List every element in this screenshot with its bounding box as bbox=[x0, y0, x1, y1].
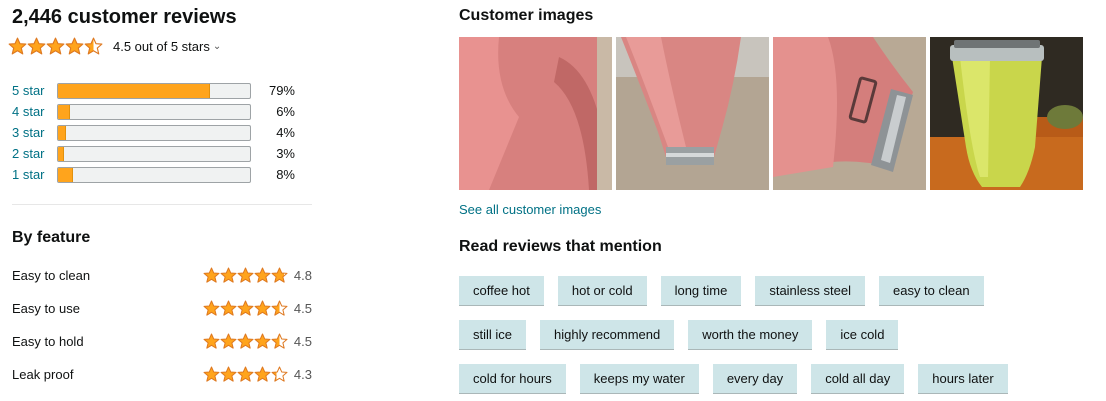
histogram-row[interactable]: 5 star 79% bbox=[12, 80, 312, 101]
mention-chip[interactable]: keeps my water bbox=[579, 364, 699, 394]
mentions-row-1: coffee hot hot or cold long time stainle… bbox=[459, 276, 984, 306]
histogram-row[interactable]: 1 star 8% bbox=[12, 164, 312, 185]
histogram-percent[interactable]: 79% bbox=[265, 83, 295, 98]
histogram-bar-fill bbox=[58, 167, 74, 182]
total-reviews-heading: 2,446 customer reviews bbox=[12, 6, 237, 28]
histogram-bar[interactable] bbox=[57, 82, 251, 99]
customer-image-3[interactable] bbox=[773, 37, 926, 190]
mention-chip[interactable]: worth the money bbox=[688, 320, 813, 350]
rating-summary[interactable]: 4.5 out of 5 stars ⌄ bbox=[8, 37, 221, 56]
star-icon bbox=[237, 366, 254, 382]
mention-chip[interactable]: stainless steel bbox=[755, 276, 865, 306]
mention-chip[interactable]: cold all day bbox=[811, 364, 905, 394]
mention-chip[interactable]: cold for hours bbox=[459, 364, 566, 394]
star-icon bbox=[203, 267, 220, 283]
histogram-bar[interactable] bbox=[57, 124, 251, 141]
feature-name: Easy to use bbox=[12, 300, 80, 316]
histogram-bar[interactable] bbox=[57, 166, 251, 183]
customer-image-4[interactable] bbox=[930, 37, 1083, 190]
chevron-down-icon[interactable]: ⌄ bbox=[213, 41, 221, 52]
customer-images-heading: Customer images bbox=[459, 7, 594, 24]
histogram-bar-fill bbox=[58, 104, 70, 119]
rating-out-of-text: 4.5 out of 5 stars bbox=[113, 39, 210, 54]
feature-stars bbox=[203, 366, 288, 383]
histogram-row[interactable]: 3 star 4% bbox=[12, 122, 312, 143]
star-icon bbox=[203, 300, 220, 316]
histogram-percent[interactable]: 6% bbox=[265, 104, 295, 119]
histogram-star-label[interactable]: 4 star bbox=[12, 104, 57, 119]
star-icon bbox=[254, 366, 271, 382]
mentions-row-3: cold for hours keeps my water every day … bbox=[459, 364, 1008, 394]
star-icon bbox=[271, 333, 288, 349]
mention-chip[interactable]: hours later bbox=[918, 364, 1008, 394]
histogram-star-label[interactable]: 1 star bbox=[12, 167, 57, 182]
star-icon bbox=[271, 300, 288, 316]
mention-chip[interactable]: long time bbox=[660, 276, 742, 306]
histogram-bar-fill bbox=[58, 146, 64, 161]
histogram-percent[interactable]: 8% bbox=[265, 167, 295, 182]
histogram-star-label[interactable]: 5 star bbox=[12, 83, 57, 98]
star-icon bbox=[84, 37, 103, 55]
star-icon bbox=[271, 366, 288, 382]
feature-row: Easy to clean 4.8 bbox=[12, 265, 312, 285]
feature-row: Easy to hold 4.5 bbox=[12, 331, 312, 351]
mention-chip[interactable]: coffee hot bbox=[459, 276, 544, 306]
histogram-row[interactable]: 2 star 3% bbox=[12, 143, 312, 164]
mentions-heading: Read reviews that mention bbox=[459, 238, 662, 255]
histogram-bar-fill bbox=[58, 125, 66, 140]
star-icon bbox=[237, 267, 254, 283]
star-icon bbox=[254, 300, 271, 316]
star-icon bbox=[220, 300, 237, 316]
star-icon bbox=[237, 333, 254, 349]
star-icon bbox=[46, 37, 65, 55]
customer-image-1[interactable] bbox=[459, 37, 612, 190]
histogram-bar[interactable] bbox=[57, 103, 251, 120]
mentions-row-2: still ice highly recommend worth the mon… bbox=[459, 320, 899, 350]
customer-image-2[interactable] bbox=[616, 37, 769, 190]
histogram-percent[interactable]: 3% bbox=[265, 146, 295, 161]
by-feature-heading: By feature bbox=[12, 229, 91, 246]
mention-chip[interactable]: every day bbox=[712, 364, 798, 394]
star-icon bbox=[254, 333, 271, 349]
star-icon bbox=[203, 366, 220, 382]
histogram-row[interactable]: 4 star 6% bbox=[12, 101, 312, 122]
feature-rating-value: 4.5 bbox=[293, 300, 312, 316]
customer-images-strip bbox=[459, 37, 1083, 190]
feature-name: Easy to clean bbox=[12, 267, 91, 283]
histogram-bar-fill bbox=[58, 83, 210, 98]
star-icon bbox=[220, 366, 237, 382]
rating-histogram: 5 star 79% 4 star 6% 3 star 4% 2 star 3% 1 star 8… bbox=[12, 80, 312, 185]
star-icon bbox=[203, 333, 220, 349]
mention-chip[interactable]: hot or cold bbox=[557, 276, 647, 306]
histogram-star-label[interactable]: 3 star bbox=[12, 125, 57, 140]
see-all-images-link[interactable]: See all customer images bbox=[459, 202, 601, 217]
star-icon bbox=[254, 267, 271, 283]
star-icon bbox=[220, 267, 237, 283]
feature-stars bbox=[203, 267, 288, 284]
star-icon bbox=[27, 37, 46, 55]
mention-chip[interactable]: easy to clean bbox=[878, 276, 984, 306]
mention-chip[interactable]: highly recommend bbox=[540, 320, 675, 350]
feature-rating-value: 4.8 bbox=[293, 267, 312, 283]
star-icon bbox=[237, 300, 254, 316]
feature-rating-value: 4.3 bbox=[293, 366, 312, 382]
feature-stars bbox=[203, 300, 288, 317]
feature-row: Leak proof 4.3 bbox=[12, 364, 312, 384]
feature-rating-value: 4.5 bbox=[293, 333, 312, 349]
rating-stars bbox=[8, 37, 103, 56]
feature-name: Easy to hold bbox=[12, 333, 84, 349]
feature-row: Easy to use 4.5 bbox=[12, 298, 312, 318]
star-icon bbox=[8, 37, 27, 55]
feature-name: Leak proof bbox=[12, 366, 74, 382]
mention-chip[interactable]: still ice bbox=[459, 320, 527, 350]
histogram-percent[interactable]: 4% bbox=[265, 125, 295, 140]
histogram-star-label[interactable]: 2 star bbox=[12, 146, 57, 161]
star-icon bbox=[271, 267, 288, 283]
feature-stars bbox=[203, 333, 288, 350]
divider bbox=[12, 204, 312, 205]
star-icon bbox=[65, 37, 84, 55]
histogram-bar[interactable] bbox=[57, 145, 251, 162]
mention-chip[interactable]: ice cold bbox=[826, 320, 899, 350]
star-icon bbox=[220, 333, 237, 349]
